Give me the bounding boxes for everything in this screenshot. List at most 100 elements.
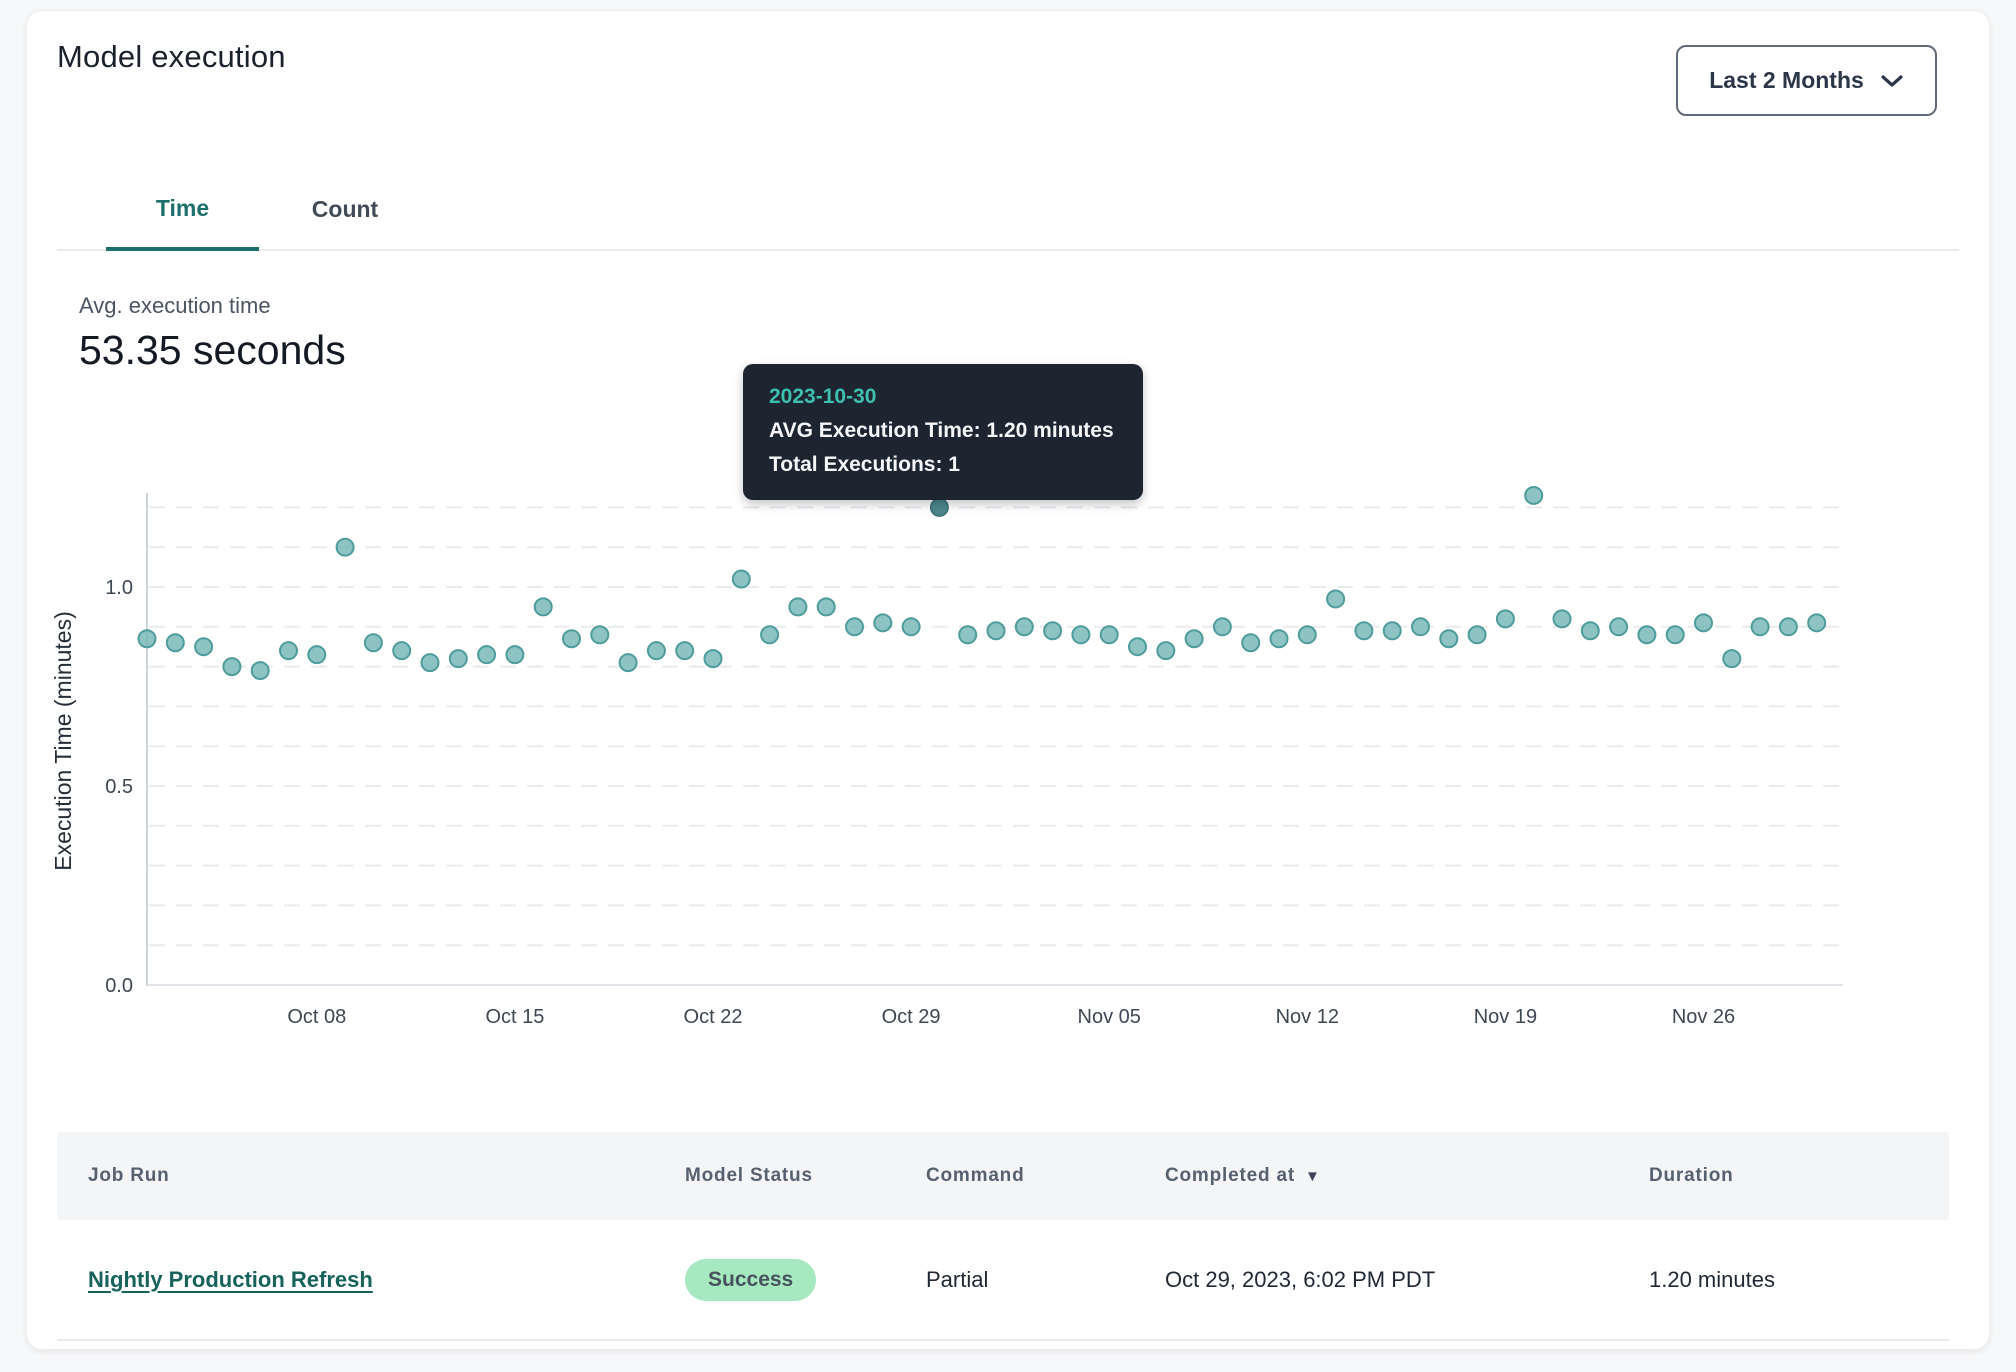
data-point[interactable] [1723, 650, 1740, 667]
data-point[interactable] [280, 642, 297, 659]
data-point[interactable] [1497, 610, 1514, 627]
chart-tabs: Time Count [57, 169, 1959, 251]
data-point[interactable] [733, 571, 750, 588]
data-point[interactable] [1780, 618, 1797, 635]
x-tick-label: Oct 29 [882, 1006, 941, 1028]
data-point[interactable] [563, 630, 580, 647]
sort-desc-icon: ▼ [1305, 1169, 1321, 1184]
avg-execution-time-value: 53.35 seconds [79, 327, 346, 374]
data-point[interactable] [1384, 622, 1401, 639]
data-point[interactable] [337, 539, 354, 556]
data-point[interactable] [535, 598, 552, 615]
data-point[interactable] [1808, 614, 1825, 631]
data-point-highlighted[interactable] [931, 499, 948, 516]
data-point[interactable] [1610, 618, 1627, 635]
data-point[interactable] [1214, 618, 1231, 635]
data-point[interactable] [252, 662, 269, 679]
data-point[interactable] [139, 630, 156, 647]
data-point[interactable] [959, 626, 976, 643]
data-point[interactable] [620, 654, 637, 671]
x-tick-label: Nov 05 [1078, 1006, 1141, 1028]
status-badge: Success [685, 1259, 816, 1301]
data-point[interactable] [1072, 626, 1089, 643]
x-tick-label: Nov 26 [1672, 1006, 1735, 1028]
data-point[interactable] [1469, 626, 1486, 643]
column-header-duration: Duration [1649, 1165, 1949, 1187]
column-header-job-run: Job Run [88, 1165, 685, 1187]
data-point[interactable] [818, 598, 835, 615]
tooltip-total-executions-line: Total Executions: 1 [769, 448, 1117, 482]
data-point[interactable] [422, 654, 439, 671]
data-point[interactable] [506, 646, 523, 663]
data-point[interactable] [1638, 626, 1655, 643]
table-header-row: Job Run Model Status Command Completed a… [57, 1132, 1949, 1220]
y-axis-title: Execution Time (minutes) [50, 611, 76, 870]
data-point[interactable] [1752, 618, 1769, 635]
data-point[interactable] [1186, 630, 1203, 647]
data-point[interactable] [365, 634, 382, 651]
data-point[interactable] [648, 642, 665, 659]
tab-count[interactable]: Count [289, 169, 401, 249]
data-point[interactable] [1242, 634, 1259, 651]
data-point[interactable] [676, 642, 693, 659]
page-title: Model execution [57, 39, 286, 75]
data-point[interactable] [1440, 630, 1457, 647]
chart-tooltip: 2023-10-30 AVG Execution Time: 1.20 minu… [743, 364, 1143, 500]
completed-at-cell: Oct 29, 2023, 6:02 PM PDT [1165, 1267, 1649, 1293]
data-point[interactable] [874, 614, 891, 631]
data-point[interactable] [478, 646, 495, 663]
data-point[interactable] [1299, 626, 1316, 643]
column-header-model-status: Model Status [685, 1165, 926, 1187]
data-point[interactable] [1101, 626, 1118, 643]
data-point[interactable] [988, 622, 1005, 639]
data-point[interactable] [591, 626, 608, 643]
data-point[interactable] [1271, 630, 1288, 647]
data-point[interactable] [1044, 622, 1061, 639]
tab-time[interactable]: Time [106, 169, 259, 251]
job-run-cell: Nightly Production Refresh [88, 1267, 685, 1293]
date-range-selector-button[interactable]: Last 2 Months [1676, 45, 1937, 116]
y-tick-label: 0.0 [105, 975, 133, 997]
x-tick-label: Nov 12 [1276, 1006, 1339, 1028]
data-point[interactable] [1129, 638, 1146, 655]
data-point[interactable] [1695, 614, 1712, 631]
data-point[interactable] [846, 618, 863, 635]
y-tick-label: 1.0 [105, 577, 133, 599]
data-point[interactable] [1525, 487, 1542, 504]
chevron-down-icon [1880, 74, 1904, 88]
data-point[interactable] [1355, 622, 1372, 639]
duration-cell: 1.20 minutes [1649, 1267, 1949, 1293]
table-row: Nightly Production Refresh Success Parti… [57, 1220, 1949, 1341]
data-point[interactable] [393, 642, 410, 659]
data-point[interactable] [1157, 642, 1174, 659]
data-point[interactable] [1554, 610, 1571, 627]
x-tick-label: Oct 08 [287, 1006, 346, 1028]
data-point[interactable] [1667, 626, 1684, 643]
data-point[interactable] [1327, 590, 1344, 607]
model-execution-card: Model execution Last 2 Months Time Count… [26, 10, 1990, 1350]
data-point[interactable] [195, 638, 212, 655]
data-point[interactable] [1016, 618, 1033, 635]
job-run-link[interactable]: Nightly Production Refresh [88, 1267, 373, 1292]
column-header-command: Command [926, 1165, 1165, 1187]
tooltip-avg-execution-line: AVG Execution Time: 1.20 minutes [769, 414, 1117, 448]
data-point[interactable] [1582, 622, 1599, 639]
data-point[interactable] [308, 646, 325, 663]
data-point[interactable] [167, 634, 184, 651]
data-point[interactable] [789, 598, 806, 615]
date-range-label: Last 2 Months [1709, 67, 1864, 94]
data-point[interactable] [705, 650, 722, 667]
command-cell: Partial [926, 1267, 1165, 1293]
data-point[interactable] [223, 658, 240, 675]
data-point[interactable] [450, 650, 467, 667]
x-tick-label: Nov 19 [1474, 1006, 1537, 1028]
page: { "header": { "title": "Model execution"… [0, 0, 2016, 1372]
data-point[interactable] [761, 626, 778, 643]
x-tick-label: Oct 22 [684, 1006, 743, 1028]
data-point[interactable] [903, 618, 920, 635]
avg-execution-time-label: Avg. execution time [79, 293, 271, 319]
x-tick-label: Oct 15 [485, 1006, 544, 1028]
column-header-completed-at[interactable]: Completed at ▼ [1165, 1165, 1649, 1187]
execution-scatter-chart[interactable]: 0.00.51.0Oct 08Oct 15Oct 22Oct 29Nov 05N… [27, 431, 1991, 1051]
data-point[interactable] [1412, 618, 1429, 635]
